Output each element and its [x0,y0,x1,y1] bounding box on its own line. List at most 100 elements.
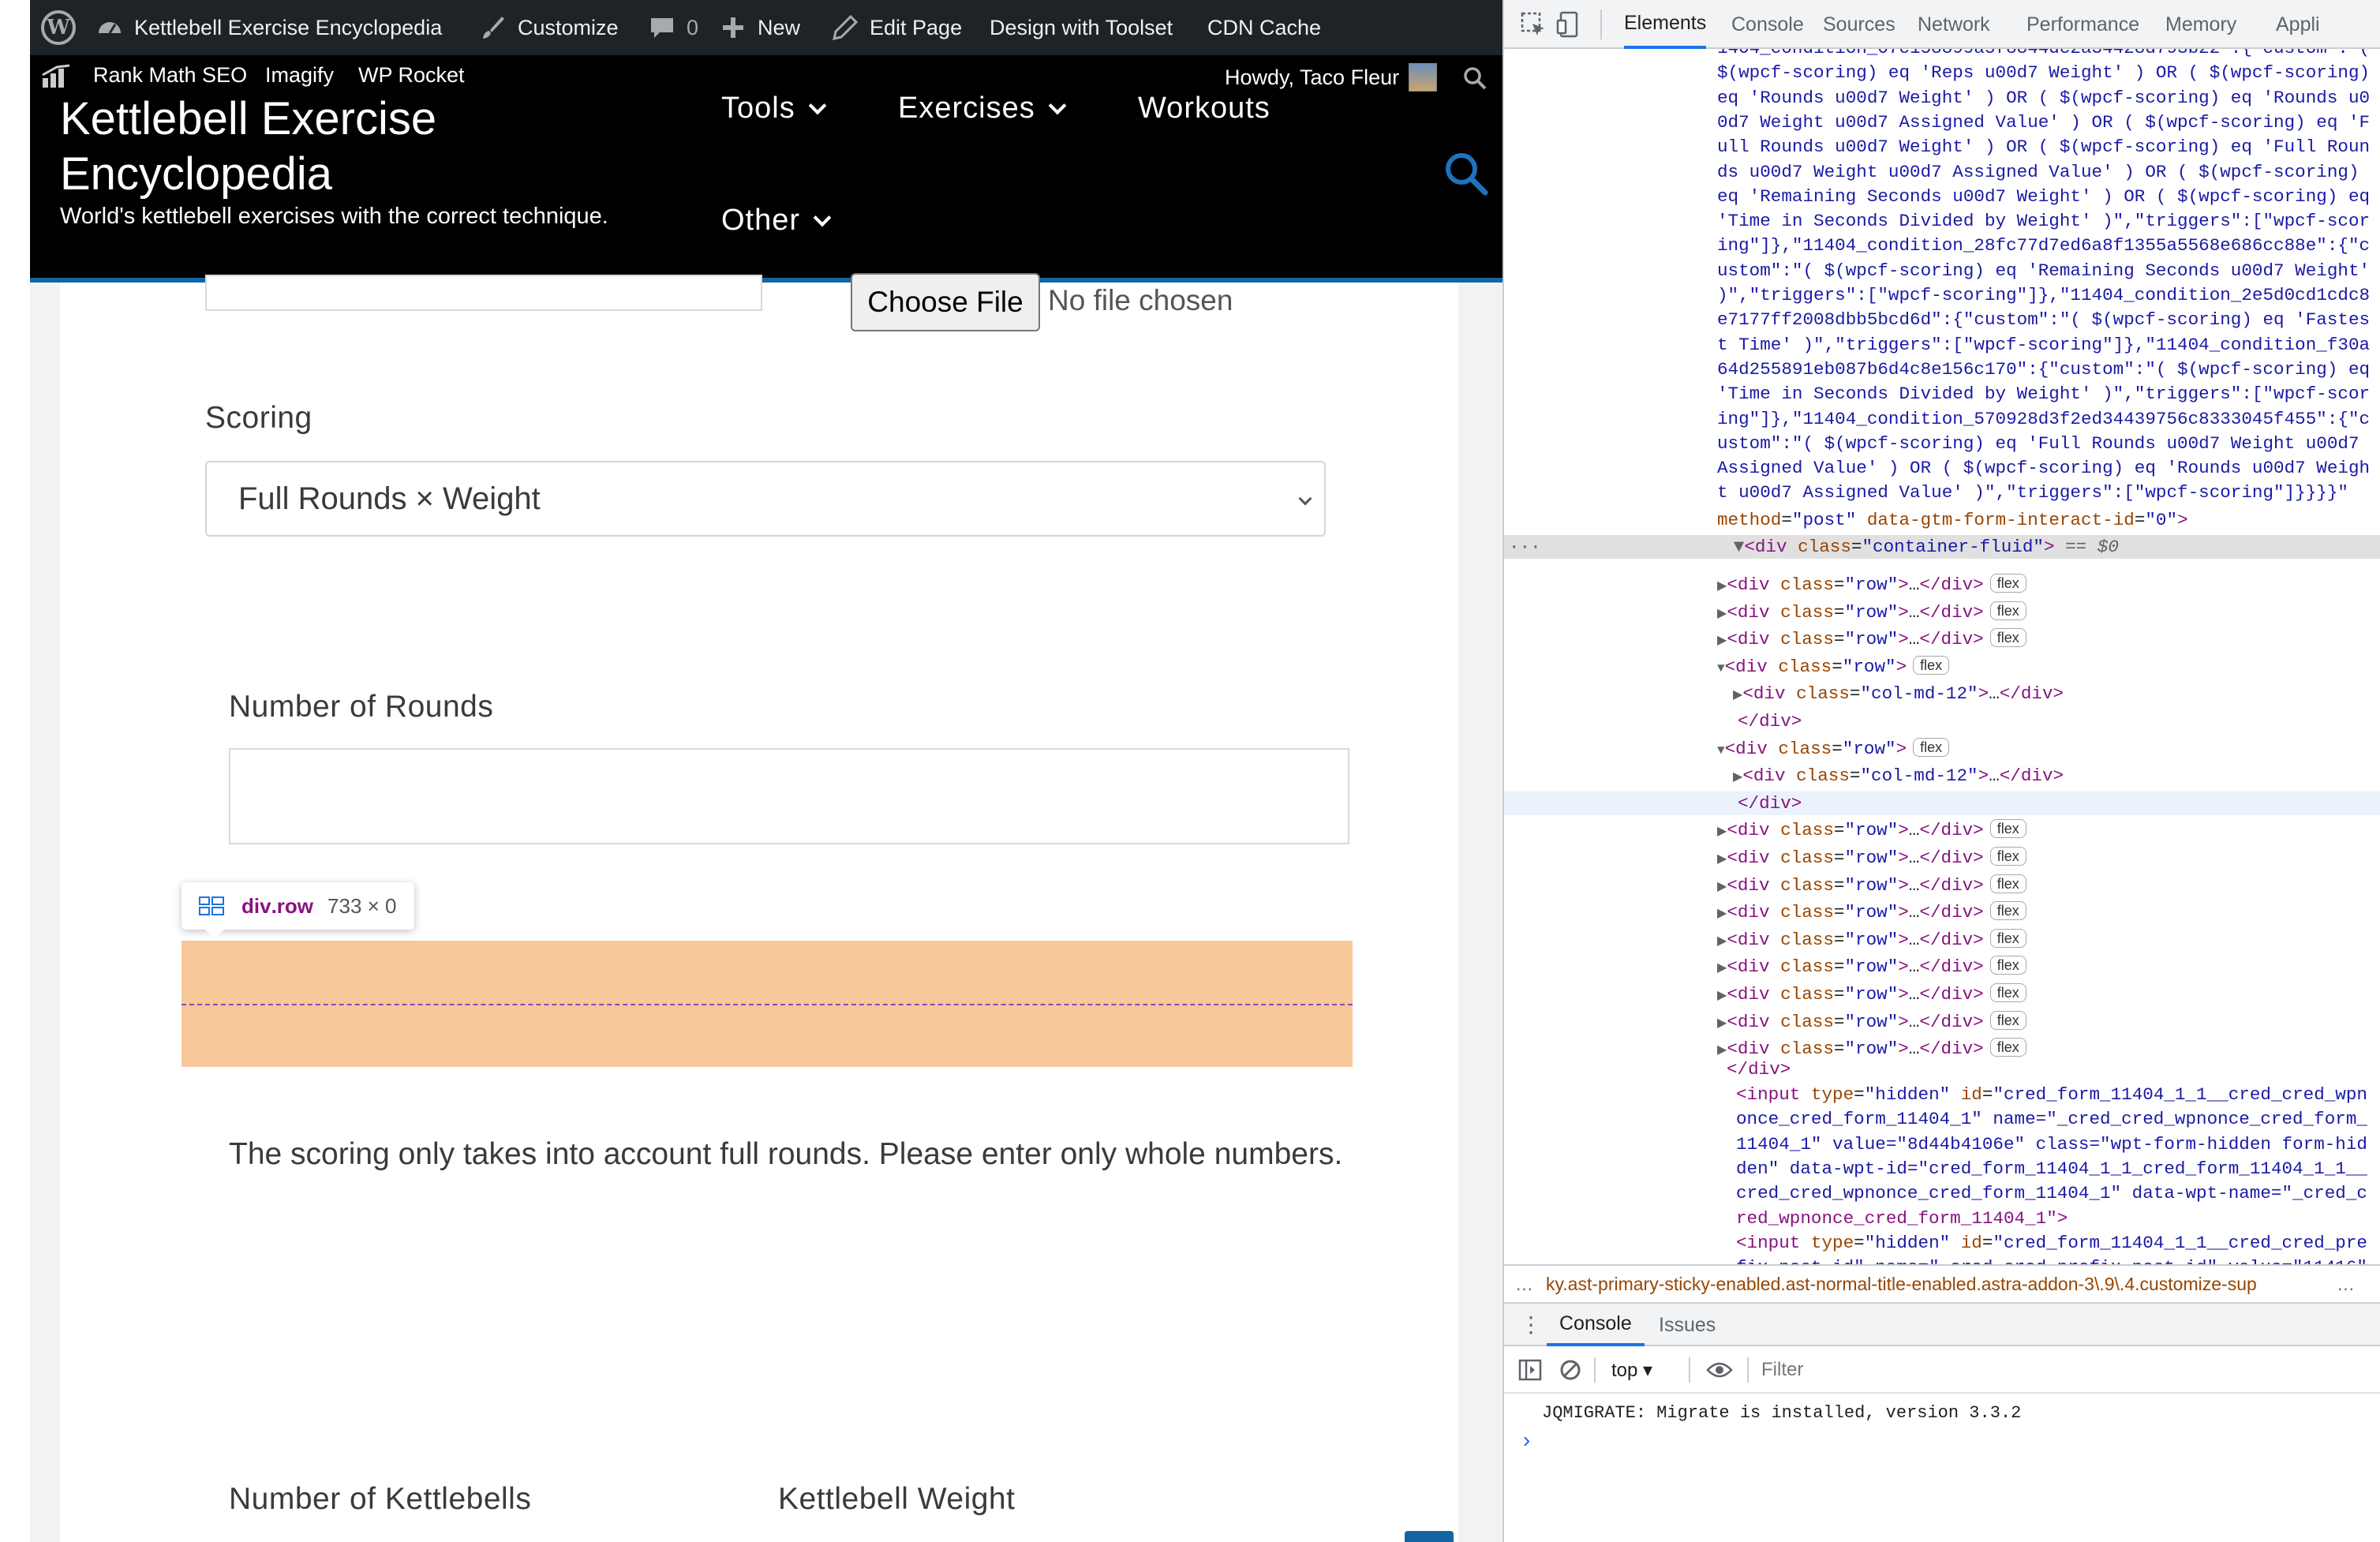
wordpress-logo-icon[interactable]: W [41,0,76,55]
flex-badge[interactable]: flex [1913,737,1950,757]
admin-wp-rocket-link[interactable]: WP Rocket [358,63,465,88]
dom-hidden-input-line[interactable]: <input type="hidden" id="cred_form_11404… [1504,1083,2380,1106]
rounds-input[interactable] [229,748,1349,844]
eye-icon[interactable] [1706,1360,1733,1379]
dom-line-row[interactable]: ▶<div class="row">…</div> flex [1504,900,2380,924]
flex-badge[interactable]: flex [1989,928,2026,948]
flex-badge[interactable]: flex [1989,901,2026,921]
expand-triangle-icon[interactable]: ▶ [1717,1043,1727,1057]
expand-triangle-icon[interactable]: ▶ [1717,825,1727,839]
flex-badge[interactable]: flex [1989,1010,2026,1030]
flex-badge[interactable]: flex [1989,601,2026,620]
expand-triangle-icon[interactable]: ▶ [1717,907,1727,921]
tab-sources[interactable]: Sources [1823,0,1895,49]
admin-account-link[interactable]: Howdy, Taco Fleur [1225,63,1438,92]
admin-customize-link[interactable]: Customize [480,0,619,55]
tab-network[interactable]: Network [1918,0,1990,49]
tab-memory[interactable]: Memory [2165,0,2236,49]
expand-triangle-icon[interactable]: ▶ [1717,934,1727,949]
search-icon[interactable] [1443,150,1490,197]
breadcrumb-path[interactable]: ky.ast-primary-sticky-enabled.ast-normal… [1546,1274,2327,1295]
expand-triangle-icon[interactable]: ▶ [1717,989,1727,1003]
dom-line-row[interactable]: ▶<div class="row">…</div> flex [1504,601,2380,624]
dom-line-form-tail[interactable]: method="post" data-gtm-form-interact-id=… [1504,508,2380,532]
collapse-triangle-icon[interactable]: ▼ [1717,743,1725,758]
expand-triangle-icon[interactable]: ▶ [1717,634,1727,648]
tab-performance[interactable]: Performance [2026,0,2139,49]
dom-line-row[interactable]: ▼<div class="row"> flex [1504,737,2380,761]
dom-line-row-close[interactable]: </div> [1504,709,2380,733]
collapse-triangle-icon[interactable]: ▼ [1717,661,1725,676]
admin-comments-link[interactable]: 0 [649,0,698,55]
upload-text-field[interactable] [205,275,762,311]
scoring-select[interactable]: Full Rounds × Weight [205,461,1326,537]
expand-triangle-icon[interactable]: ▶ [1717,880,1727,894]
admin-new-link[interactable]: New [720,0,800,55]
admin-cdn-cache-link[interactable]: CDN Cache [1207,0,1321,55]
expand-triangle-icon[interactable]: ▶ [1717,852,1727,866]
drawer-tab-issues[interactable]: Issues [1659,1304,1716,1346]
dom-line-row[interactable]: ▶<div class="row">…</div> flex [1504,955,2380,979]
flex-badge[interactable]: flex [1989,874,2026,893]
dom-line-row[interactable]: ▶<div class="row">…</div> flex [1504,818,2380,842]
device-toolbar-icon[interactable] [1556,11,1583,38]
breadcrumb-right-ellipsis[interactable]: … [2337,1274,2355,1295]
dom-line-row[interactable]: ▶<div class="row">…</div> flex [1504,928,2380,952]
dom-line-selected[interactable]: ··· ▼<div class="container-fluid"> == $0 [1504,535,2380,559]
dom-hidden-input-line[interactable]: den" data-wpt-id="cred_form_11404_1_1_cr… [1504,1157,2380,1181]
expand-triangle-icon[interactable]: ▶ [1733,688,1742,702]
more-actions-ellipsis[interactable]: ··· [1509,537,1541,557]
flex-badge[interactable]: flex [1989,956,2026,975]
dom-line-row[interactable]: ▶<div class="row">…</div> flex [1504,573,2380,597]
admin-imagify-link[interactable]: Imagify [265,63,334,88]
choose-file-button[interactable]: Choose File [851,273,1040,331]
nav-item-workouts[interactable]: Workouts [1138,92,1270,125]
flex-badge[interactable]: flex [1989,1038,2026,1057]
expand-triangle-icon[interactable]: ▶ [1733,770,1742,784]
dom-line-row[interactable]: ▶<div class="row">…</div> flex [1504,982,2380,1006]
nav-item-other[interactable]: Other [721,204,832,238]
expand-triangle-icon[interactable]: ▶ [1717,1016,1727,1031]
admin-search-icon[interactable] [1463,66,1487,90]
flex-badge[interactable]: flex [1989,983,2026,1003]
dom-line-row[interactable]: ▶<div class="row">…</div> flex [1504,874,2380,897]
dom-line-row[interactable]: ▶<div class="row">…</div> flex [1504,846,2380,870]
expand-triangle-icon[interactable]: ▶ [1717,961,1727,975]
dom-line-row-close[interactable]: </div> [1504,791,2380,815]
tab-console[interactable]: Console [1731,0,1804,49]
dom-hidden-input-line[interactable]: <input type="hidden" id="cred_form_11404… [1504,1231,2380,1255]
drawer-tab-console[interactable]: Console [1547,1304,1645,1346]
flex-badge[interactable]: flex [1989,628,2026,648]
context-select[interactable]: top ▾ [1611,1359,1652,1382]
flex-badge[interactable]: flex [1913,655,1950,675]
dom-line-col[interactable]: ▶<div class="col-md-12">…</div> [1504,682,2380,706]
expand-triangle-icon[interactable]: ▶ [1717,607,1727,621]
dom-line-row[interactable]: ▼<div class="row"> flex [1504,655,2380,679]
nav-item-tools[interactable]: Tools [721,92,827,125]
dom-hidden-input-line[interactable]: once_cred_form_11404_1" name="_cred_cred… [1504,1107,2380,1131]
admin-site-name-link[interactable]: Kettlebell Exercise Encyclopedia [96,0,442,55]
admin-design-toolset-link[interactable]: Design with Toolset [990,0,1173,55]
admin-edit-page-link[interactable]: Edit Page [832,0,962,55]
drawer-menu-icon[interactable]: ⋮ [1520,1312,1542,1338]
site-title[interactable]: Kettlebell Exercise Encyclopedia [60,92,612,202]
scroll-to-top-button[interactable] [1405,1531,1454,1542]
breadcrumb-left-ellipsis[interactable]: … [1515,1274,1533,1295]
sidebar-toggle-icon[interactable] [1518,1359,1542,1381]
flex-badge[interactable]: flex [1989,847,2026,866]
expand-triangle-icon[interactable]: ▼ [1734,537,1745,557]
flex-badge[interactable]: flex [1989,819,2026,839]
dom-hidden-input-line[interactable]: red_wpnonce_cred_form_11404_1"> [1504,1207,2380,1230]
clear-console-icon[interactable] [1559,1359,1581,1381]
tab-application[interactable]: Appli [2276,0,2320,49]
flex-badge[interactable]: flex [1989,574,2026,593]
console-filter-input[interactable] [1761,1354,2369,1386]
dom-hidden-input-line[interactable]: cred_cred_wpnonce_cred_form_11404_1" dat… [1504,1181,2380,1205]
dom-hidden-input-line[interactable]: fix_post_id" name="_cred_cred_prefix_pos… [1504,1256,2380,1264]
dom-line-closing-div[interactable]: </div> [1504,1057,2380,1081]
dom-hidden-input-line[interactable]: 11404_1" value="8d44b4106e" class="wpt-f… [1504,1132,2380,1156]
tab-elements[interactable]: Elements [1624,0,1707,49]
dom-line-row[interactable]: ▶<div class="row">…</div> flex [1504,627,2380,651]
expand-triangle-icon[interactable]: ▶ [1717,579,1727,593]
console-prompt[interactable]: › [1520,1430,1533,1454]
